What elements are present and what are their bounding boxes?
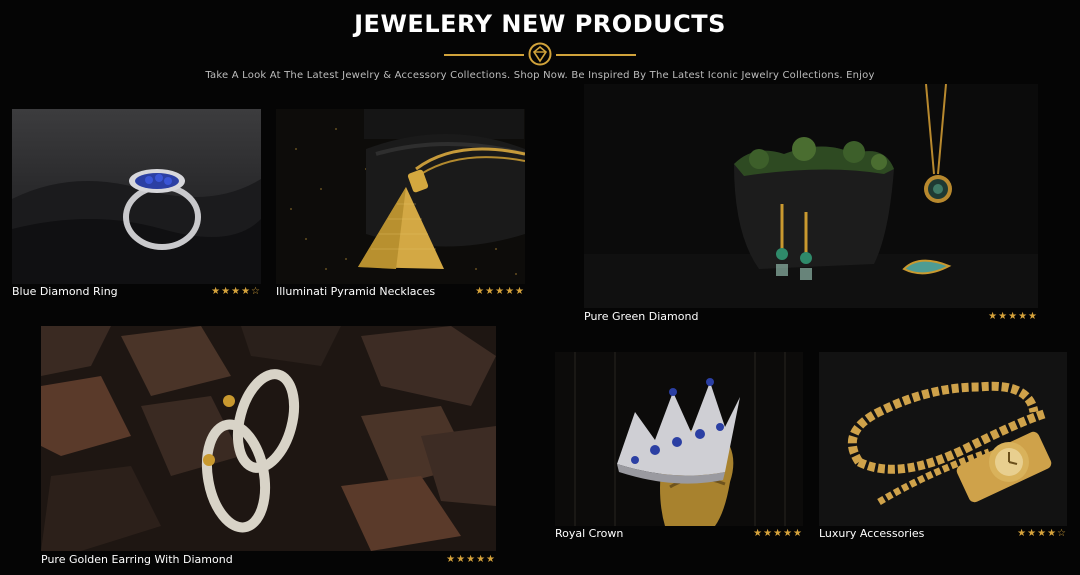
rating-stars-icon: ★★★★★	[988, 311, 1038, 322]
rating-stars-icon: ★★★★★	[475, 286, 525, 297]
product-card-golden-earring[interactable]: Pure Golden Earring With Diamond ★★★★★	[41, 326, 496, 568]
product-card-pure-green-diamond[interactable]: Pure Green Diamond ★★★★★	[584, 84, 1038, 325]
product-image[interactable]	[584, 84, 1038, 308]
rating-stars-icon: ★★★★★	[446, 554, 496, 565]
rating-stars-icon: ★★★★☆	[1017, 528, 1067, 539]
product-image[interactable]	[41, 326, 496, 551]
divider-line-left	[444, 54, 524, 56]
product-name[interactable]: Blue Diamond Ring	[12, 285, 118, 298]
product-name[interactable]: Royal Crown	[555, 527, 623, 540]
divider-line-right	[556, 54, 636, 56]
title-divider	[444, 42, 636, 68]
page-subtitle: Take A Look At The Latest Jewelry & Acce…	[205, 70, 875, 81]
product-card-pyramid-necklace[interactable]: Illuminati Pyramid Necklaces ★★★★★	[276, 109, 525, 301]
product-name[interactable]: Luxury Accessories	[819, 527, 924, 540]
product-image[interactable]	[276, 109, 525, 284]
product-card-blue-diamond-ring[interactable]: Blue Diamond Ring ★★★★☆	[12, 109, 261, 301]
rating-stars-icon: ★★★★☆	[211, 286, 261, 297]
page-title: JEWELERY NEW PRODUCTS	[354, 10, 726, 38]
product-name[interactable]: Pure Green Diamond	[584, 310, 698, 323]
product-image[interactable]	[12, 109, 261, 284]
product-image[interactable]	[819, 352, 1067, 526]
product-card-royal-crown[interactable]: Royal Crown ★★★★★	[555, 352, 803, 542]
product-card-luxury-accessories[interactable]: Luxury Accessories ★★★★☆	[819, 352, 1067, 542]
diamond-emblem-icon	[528, 42, 552, 66]
product-name[interactable]: Illuminati Pyramid Necklaces	[276, 285, 435, 298]
product-name[interactable]: Pure Golden Earring With Diamond	[41, 553, 233, 566]
rating-stars-icon: ★★★★★	[753, 528, 803, 539]
product-image[interactable]	[555, 352, 803, 526]
